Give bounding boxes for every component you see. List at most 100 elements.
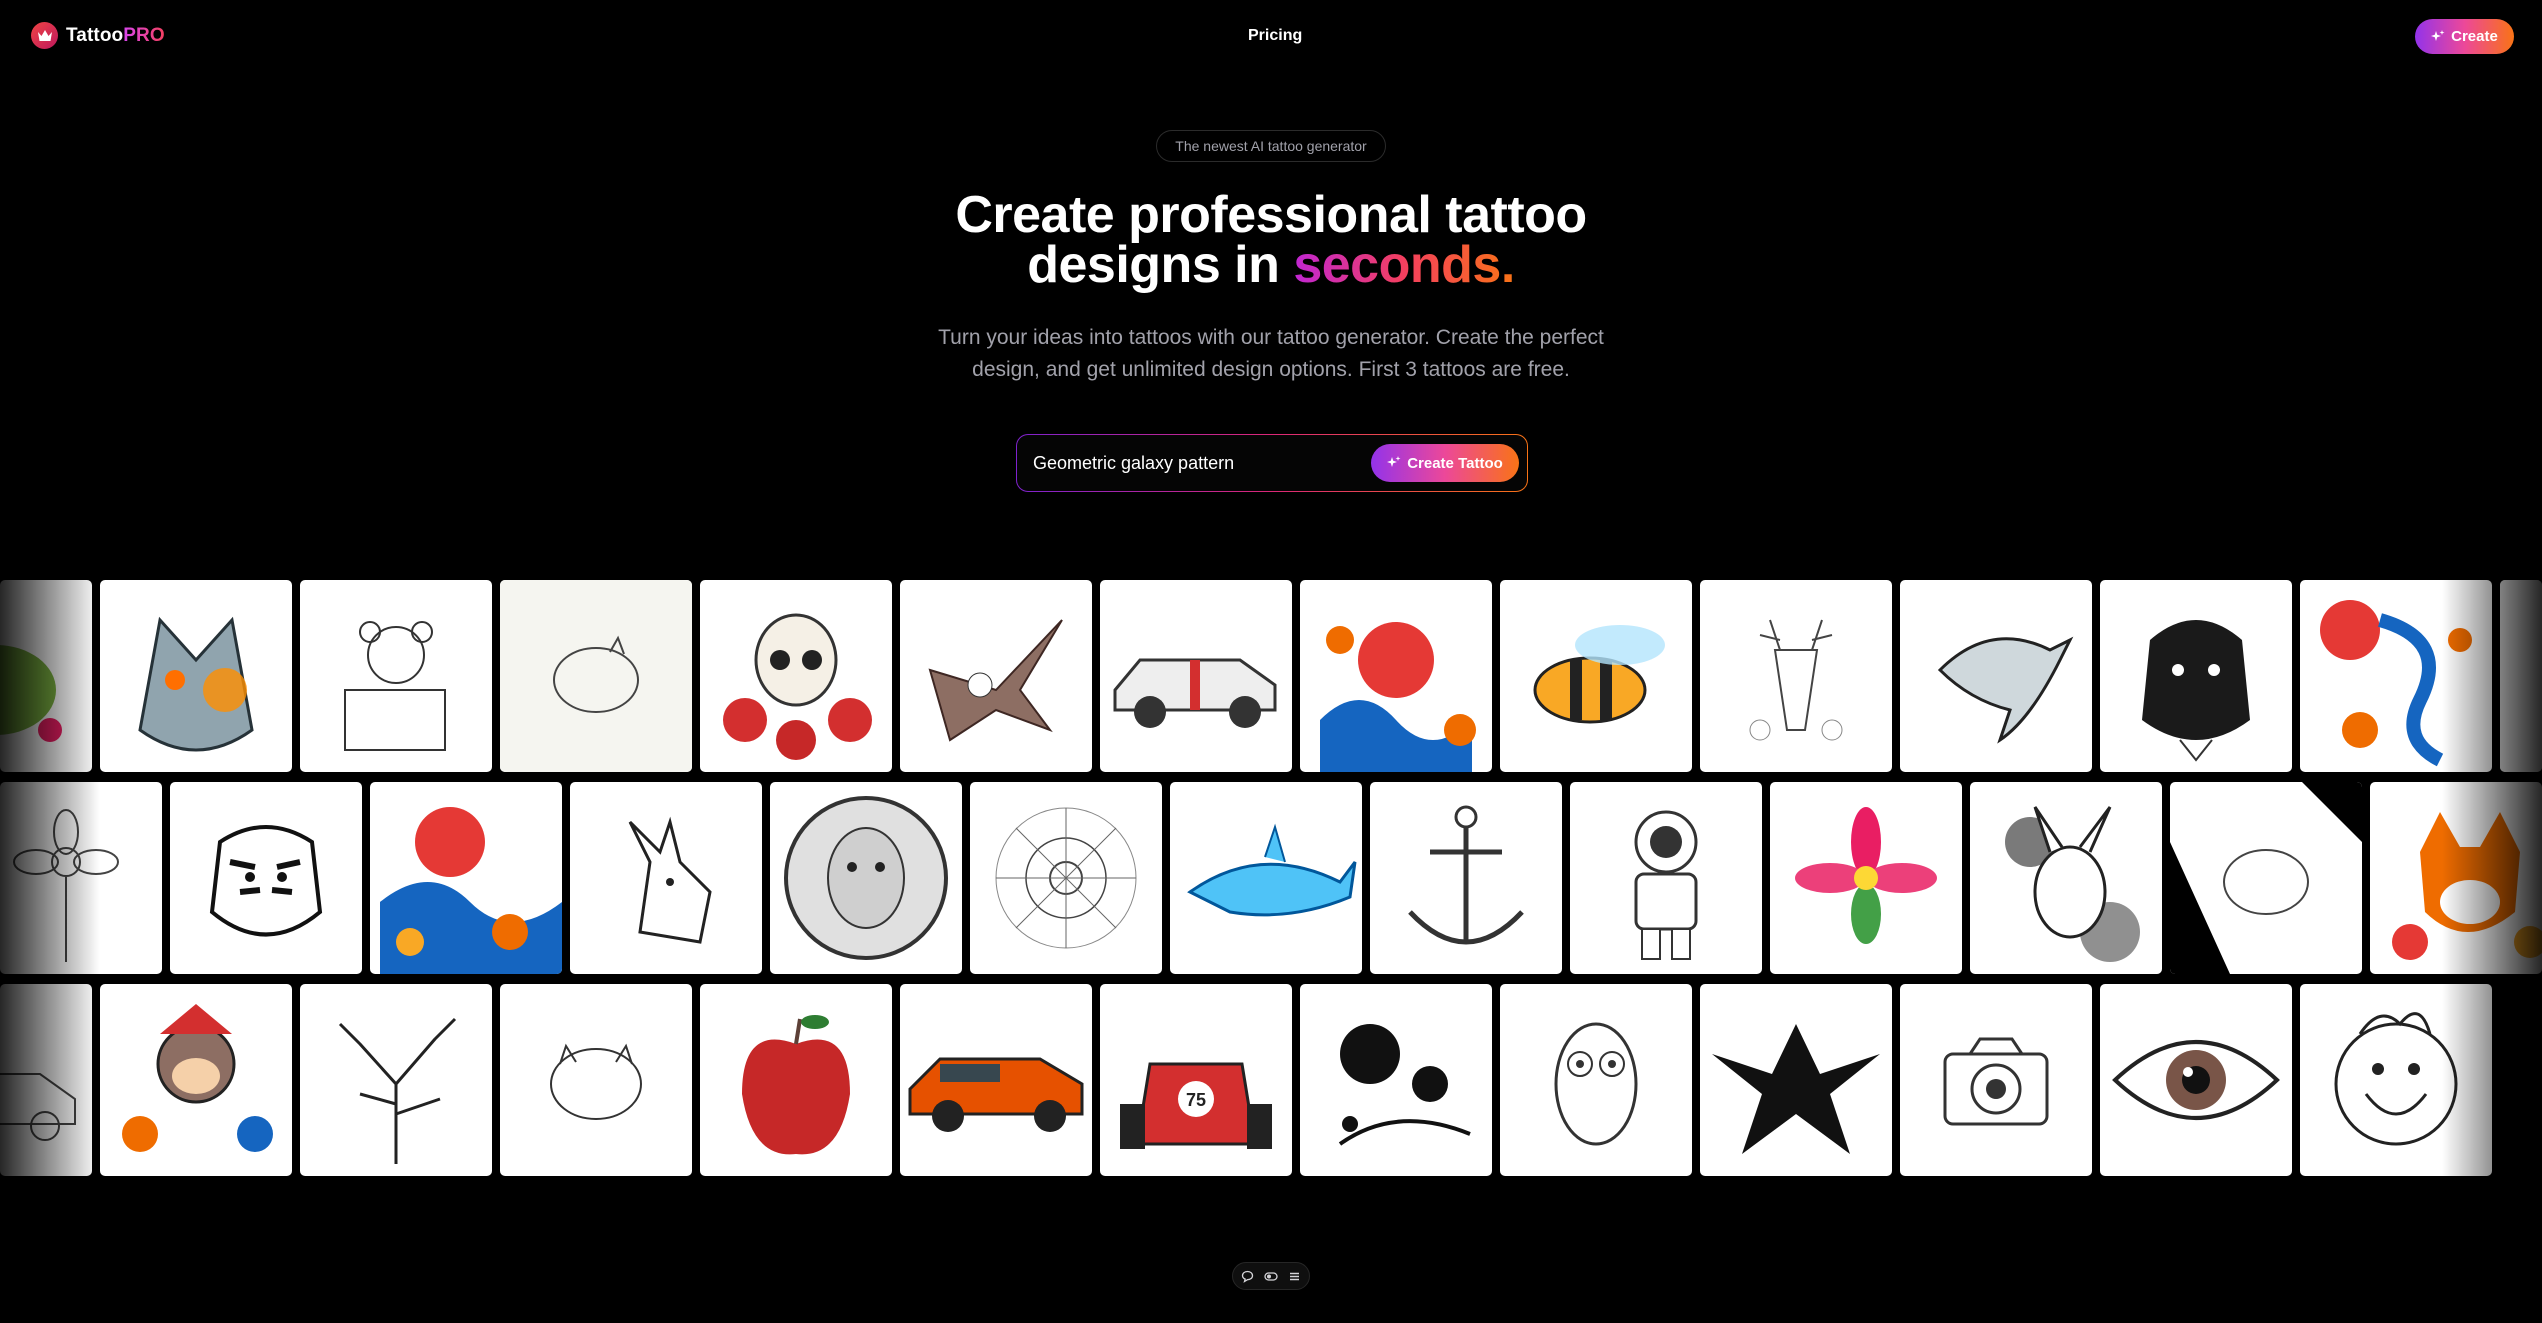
tattoo-image bbox=[784, 796, 948, 960]
gallery-tile-classic-muscle-car[interactable] bbox=[1100, 580, 1292, 772]
tattoo-image bbox=[338, 1017, 457, 1164]
gallery-tile-eagle[interactable] bbox=[900, 580, 1092, 772]
gallery-tile-partial[interactable] bbox=[2500, 580, 2542, 772]
gallery-tile-tiger[interactable] bbox=[170, 782, 362, 974]
tattoo-image bbox=[1943, 1037, 2049, 1126]
tattoo-image bbox=[380, 807, 562, 974]
tattoo-image bbox=[1408, 805, 1524, 945]
tattoo-image bbox=[2005, 806, 2140, 962]
crown-icon bbox=[31, 22, 58, 49]
gallery-tile-realistic-eye[interactable] bbox=[2100, 984, 2292, 1176]
gallery-tile-skull-with-roses[interactable] bbox=[700, 580, 892, 772]
gallery-tile-bee[interactable] bbox=[1500, 580, 1692, 772]
tattoo-image bbox=[742, 1015, 850, 1155]
hero-subtitle: Turn your ideas into tattoos with our ta… bbox=[0, 322, 2542, 386]
hero-badge: The newest AI tattoo generator bbox=[1156, 130, 1386, 162]
tattoo-image bbox=[628, 816, 712, 944]
create-button[interactable]: Create bbox=[2415, 19, 2514, 54]
gallery-tile-owl[interactable] bbox=[1500, 984, 1692, 1176]
tattoo-image bbox=[209, 825, 323, 937]
tattoo-image bbox=[1338, 1024, 1471, 1146]
tattoo-image bbox=[1113, 658, 1277, 728]
gallery-tile-camera-ornate[interactable] bbox=[1900, 984, 2092, 1176]
gallery-tile-deer-head[interactable] bbox=[1700, 580, 1892, 772]
gallery-tile-frog[interactable] bbox=[0, 580, 92, 772]
gallery-tile-dolphin[interactable] bbox=[1900, 580, 2092, 772]
gallery-tile-car-sketch[interactable] bbox=[0, 984, 92, 1176]
sparkle-icon bbox=[2431, 29, 2445, 41]
gallery-tile-orange-mustang[interactable] bbox=[900, 984, 1092, 1176]
gallery-tile-bare-tree[interactable] bbox=[300, 984, 492, 1176]
gallery-tile-sleeping-cat[interactable] bbox=[2170, 782, 2362, 974]
gallery-tile-teddy-bear-in-box[interactable] bbox=[300, 580, 492, 772]
chat-icon[interactable] bbox=[1241, 1270, 1254, 1283]
gallery-tile-robot-astronaut[interactable] bbox=[1570, 782, 1762, 974]
bottom-toolbar bbox=[1232, 1262, 1310, 1290]
gallery-tile-curled-cat[interactable] bbox=[500, 984, 692, 1176]
gallery-tile-robot-wolf[interactable] bbox=[100, 580, 292, 772]
hero-headline: Create professional tattoo designs in se… bbox=[0, 186, 2542, 294]
tattoo-image bbox=[1634, 810, 1698, 960]
gallery-tile-dog-portrait[interactable] bbox=[2100, 580, 2292, 772]
gallery-tile-japanese-sun-waves[interactable] bbox=[1300, 580, 1492, 772]
gallery-tile-phoenix-tribal[interactable] bbox=[1700, 984, 1892, 1176]
tattoo-image bbox=[13, 809, 119, 962]
gallery-tile-dragon-sun[interactable] bbox=[2300, 580, 2492, 772]
gallery-tile-pikachu-splash[interactable] bbox=[1970, 782, 2162, 974]
gallery-tile-mandala-flower[interactable] bbox=[970, 782, 1162, 974]
gallery-tile-smiling-face[interactable] bbox=[2300, 984, 2492, 1176]
tattoo-image bbox=[1533, 625, 1665, 724]
prompt-search-box: Create Tattoo bbox=[1016, 434, 1528, 492]
tattoo-image bbox=[1554, 1022, 1638, 1146]
gallery-tile-astronaut-woman[interactable] bbox=[770, 782, 962, 974]
gallery-tile-monkey-traditional[interactable] bbox=[100, 984, 292, 1176]
tattoo-image: 75 bbox=[1120, 1062, 1272, 1149]
tattoo-image bbox=[2392, 812, 2542, 960]
tattoo-image bbox=[2320, 600, 2472, 767]
tattoo-image bbox=[2142, 620, 2250, 762]
toggle-icon[interactable] bbox=[1264, 1270, 1278, 1283]
tattoo-image bbox=[138, 616, 254, 752]
tattoo-image bbox=[1749, 619, 1843, 741]
tattoo-image bbox=[1795, 807, 1937, 944]
gallery-tile-shiba-inu[interactable] bbox=[2370, 782, 2542, 974]
brand-logo[interactable]: TattooPRO bbox=[31, 22, 165, 49]
tattoo-image bbox=[2334, 1012, 2458, 1146]
sparkle-icon bbox=[1387, 456, 1401, 467]
gallery-tile-watercolor-flower[interactable] bbox=[1770, 782, 1962, 974]
tattoo-image bbox=[2112, 1040, 2280, 1120]
gallery-tile-red-apple[interactable] bbox=[700, 984, 892, 1176]
gallery-tile-anchor[interactable] bbox=[1370, 782, 1562, 974]
brand-name: TattooPRO bbox=[66, 24, 165, 46]
gallery-tile-sleeping-cat-sketch[interactable] bbox=[500, 580, 692, 772]
tattoo-image bbox=[500, 580, 692, 772]
gallery-tile-flower-sketch[interactable] bbox=[0, 782, 162, 974]
tattoo-image bbox=[1320, 622, 1476, 772]
gallery-tile-race-car-75[interactable]: 75 bbox=[1100, 984, 1292, 1176]
gallery-tile-shark[interactable] bbox=[1170, 782, 1362, 974]
prompt-input[interactable] bbox=[1033, 435, 1353, 491]
menu-icon[interactable] bbox=[1288, 1270, 1301, 1283]
subtitle-line-2: design, and get unlimited design options… bbox=[972, 358, 1570, 381]
tattoo-image bbox=[1712, 1024, 1880, 1154]
tattoo-image bbox=[1187, 823, 1357, 917]
subtitle-line-1: Turn your ideas into tattoos with our ta… bbox=[938, 326, 1604, 349]
nav-pricing-link[interactable]: Pricing bbox=[1248, 27, 1302, 45]
headline-line-2: designs in seconds. bbox=[1027, 236, 1515, 294]
tattoo-image bbox=[344, 621, 446, 751]
tattoo-image bbox=[2500, 580, 2542, 772]
tattoo-image bbox=[0, 1073, 76, 1141]
tattoo-image bbox=[2170, 782, 2362, 974]
gallery-tile-ink-splatter-branch[interactable] bbox=[1300, 984, 1492, 1176]
gallery-tile-dog-profile[interactable] bbox=[570, 782, 762, 974]
create-tattoo-button[interactable]: Create Tattoo bbox=[1371, 444, 1519, 482]
tattoo-image bbox=[908, 1057, 1084, 1132]
tattoo-image bbox=[928, 619, 1063, 742]
tattoo-image bbox=[723, 613, 872, 760]
gallery-tile-japanese-wave-koi[interactable] bbox=[370, 782, 562, 974]
tattoo-gallery: 75 bbox=[0, 580, 2542, 1180]
headline-line-1: Create professional tattoo bbox=[955, 186, 1587, 244]
headline-accent: seconds. bbox=[1293, 236, 1515, 294]
tattoo-image bbox=[122, 1004, 273, 1152]
tattoo-image bbox=[550, 1043, 642, 1120]
